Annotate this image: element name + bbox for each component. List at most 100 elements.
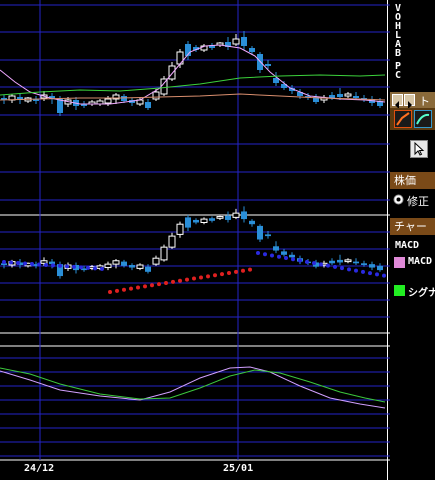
trendline-icon xyxy=(396,112,410,126)
candle-body xyxy=(121,261,127,266)
candle-body xyxy=(353,261,359,264)
signal-series-label: シグナ xyxy=(408,288,435,299)
candle-body xyxy=(209,218,215,221)
candle-body xyxy=(353,96,359,98)
sar-dot xyxy=(368,271,372,276)
sar-dot xyxy=(319,262,323,267)
chart-grid xyxy=(0,0,390,480)
scroll-left-button[interactable] xyxy=(392,94,403,109)
sar-dot xyxy=(361,269,365,274)
sar-dot xyxy=(136,285,140,290)
sar-dot xyxy=(171,279,175,284)
sar-dot xyxy=(72,264,76,269)
pointer-tool-button[interactable] xyxy=(410,140,428,158)
sar-dot xyxy=(284,256,288,261)
sar-dot xyxy=(312,261,316,266)
sar-dot xyxy=(354,268,358,273)
sar-dot xyxy=(227,270,231,275)
radio-selected-icon[interactable] xyxy=(393,194,404,205)
candle-body xyxy=(241,37,247,46)
candle-body xyxy=(361,263,367,265)
moving-average-line xyxy=(0,74,386,96)
candle-body xyxy=(329,260,335,264)
candle-body xyxy=(200,218,208,224)
sar-dot xyxy=(375,272,379,277)
sar-dot xyxy=(58,263,62,268)
sar-dot xyxy=(277,254,281,259)
sar-dot xyxy=(30,261,34,266)
sar-dot xyxy=(256,251,260,255)
sar-dot xyxy=(298,258,302,263)
sar-dot xyxy=(100,266,104,271)
axis-letter: B xyxy=(395,48,402,59)
x-axis-ticks: 24/12 25/01 xyxy=(24,463,253,474)
candle-body xyxy=(337,259,343,263)
candle-body xyxy=(344,93,352,97)
sar-dot xyxy=(220,272,224,277)
candle-body xyxy=(289,254,295,258)
candle-body xyxy=(57,99,63,113)
adjusted-option[interactable]: 修正 xyxy=(393,193,435,208)
candle-body xyxy=(136,264,144,269)
candle-body xyxy=(241,211,247,220)
sar-dot xyxy=(108,290,112,294)
sar-dot xyxy=(347,267,351,272)
candle-body xyxy=(377,265,383,271)
curve-line-icon xyxy=(416,113,430,125)
candle-body xyxy=(337,94,343,97)
x-tick-label: 24/12 xyxy=(24,463,54,474)
macd-panel[interactable] xyxy=(0,366,386,409)
scroll-right-button[interactable] xyxy=(404,94,415,109)
candle-body xyxy=(232,38,240,45)
toolbar-tab-label[interactable]: ト xyxy=(419,93,430,109)
sar-dot xyxy=(248,267,252,272)
candle-body xyxy=(249,220,255,225)
candle-body xyxy=(273,246,279,251)
drawing-tools xyxy=(390,108,435,130)
sar-dot xyxy=(305,259,309,264)
candle-body xyxy=(193,219,199,223)
candle-body xyxy=(104,263,112,269)
candle-body xyxy=(232,212,240,218)
moving-average-line xyxy=(0,44,386,105)
sar-dot xyxy=(86,265,90,270)
macd-indicator-label: MACD xyxy=(395,240,420,251)
price-panel[interactable] xyxy=(0,31,386,116)
sar-dot xyxy=(2,260,6,264)
macd-series-label: MACD xyxy=(408,256,433,267)
sar-dot xyxy=(44,262,48,267)
sar-dot xyxy=(241,268,245,273)
candle-body xyxy=(104,98,112,104)
sar-dot xyxy=(79,265,83,270)
sar-dot xyxy=(192,276,196,281)
nav-toolbar: ト xyxy=(390,92,435,109)
chart-settings-header: チャー xyxy=(390,218,435,235)
sar-dot xyxy=(234,269,238,274)
sar-dot xyxy=(263,252,267,257)
candle-body xyxy=(265,234,271,237)
signal-legend-item[interactable]: シグナ xyxy=(394,284,435,299)
candle-body xyxy=(168,65,176,80)
candle-body xyxy=(168,235,176,248)
macd-color-swatch[interactable] xyxy=(394,257,405,268)
signal-color-swatch[interactable] xyxy=(394,285,405,296)
candle-body xyxy=(152,91,160,100)
sar-dot xyxy=(382,273,386,278)
sar-dot xyxy=(199,275,203,280)
candle-body xyxy=(249,48,255,52)
chart-area[interactable]: 24/12 25/01 xyxy=(0,0,390,480)
sar-dot xyxy=(65,264,69,269)
candle-body xyxy=(265,64,271,66)
candle-body xyxy=(145,266,151,272)
axis-letter: C xyxy=(395,70,402,81)
sar-dot xyxy=(178,278,182,283)
sar-dot xyxy=(150,283,154,288)
sar-dot xyxy=(23,261,27,266)
candle-body xyxy=(185,217,191,228)
parabolic-sar-panel[interactable] xyxy=(1,206,386,294)
candle-body xyxy=(281,251,287,255)
trendline-tool-button[interactable] xyxy=(394,110,412,128)
macd-legend-item[interactable]: MACD xyxy=(394,256,435,270)
line-tool-button[interactable] xyxy=(414,110,432,128)
candle-body xyxy=(129,265,135,268)
